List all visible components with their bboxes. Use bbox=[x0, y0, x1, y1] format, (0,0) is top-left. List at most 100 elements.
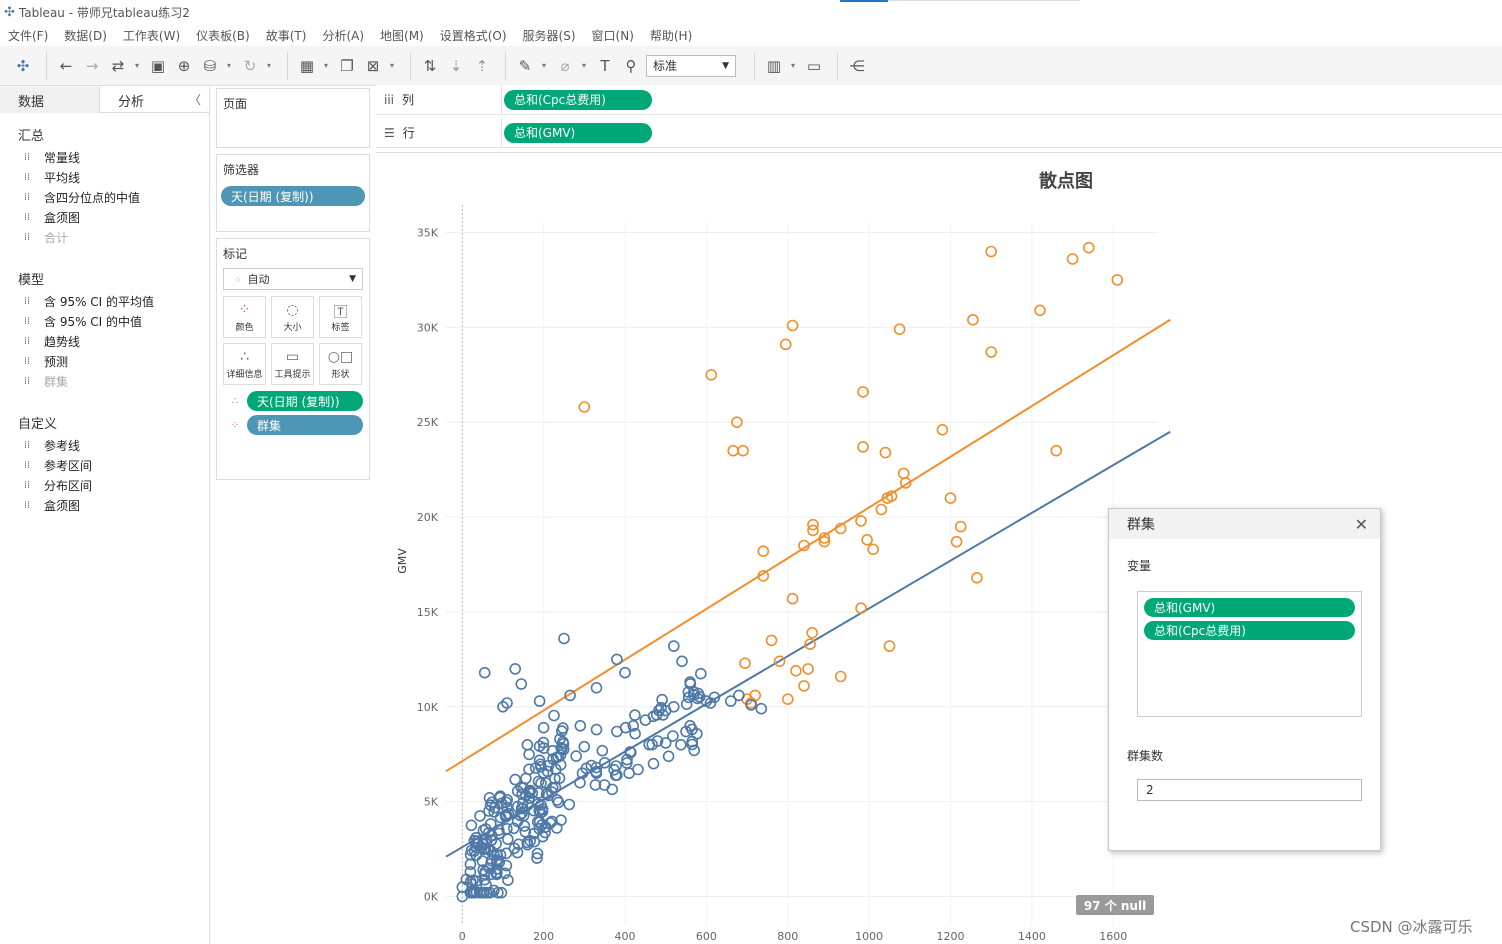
detail-button[interactable]: ∴ 详细信息 bbox=[223, 343, 266, 385]
filter-pill[interactable]: 天(日期 (复制)) bbox=[221, 186, 365, 206]
analytics-item-icon: ⁞⁞ bbox=[23, 459, 31, 471]
menu-help[interactable]: 帮助(H) bbox=[650, 27, 692, 44]
label-button[interactable]: 🅃 标签 bbox=[319, 296, 362, 338]
rows-label: 行 bbox=[402, 126, 415, 140]
show-labels-icon[interactable]: T bbox=[594, 55, 616, 77]
chevron-down-icon[interactable]: ▾ bbox=[540, 55, 548, 77]
columns-label: 列 bbox=[402, 93, 415, 107]
cluster-pill[interactable]: 群集 bbox=[247, 415, 363, 435]
chevron-down-icon[interactable]: ▾ bbox=[322, 55, 330, 77]
menu-format[interactable]: 设置格式(O) bbox=[440, 27, 507, 44]
new-worksheet-icon[interactable]: ▦ bbox=[296, 55, 318, 77]
menu-worksheet[interactable]: 工作表(W) bbox=[123, 27, 180, 44]
rows-pill[interactable]: 总和(GMV) bbox=[504, 122, 652, 143]
scatter-point bbox=[971, 571, 983, 584]
analysis-item[interactable]: ⁞⁞ 常量线 bbox=[20, 147, 209, 167]
analysis-item[interactable]: ⁞⁞ 参考线 bbox=[20, 435, 209, 455]
sort-ascending-icon[interactable]: ⇣ bbox=[445, 55, 467, 77]
show-cards-icon[interactable]: ▥ bbox=[763, 55, 785, 77]
analysis-item[interactable]: ⁞⁞ 盒须图 bbox=[20, 495, 209, 515]
scatter-point bbox=[861, 533, 873, 546]
variables-drop-area[interactable]: 总和(GMV) 总和(Cpc总费用) bbox=[1137, 591, 1362, 717]
scatter-point bbox=[632, 763, 644, 776]
new-datasource-icon[interactable]: ⊕ bbox=[173, 55, 195, 77]
tab-analysis[interactable]: 分析 bbox=[100, 87, 200, 113]
variable-pill-gmv[interactable]: 总和(GMV) bbox=[1144, 598, 1355, 617]
undo-icon[interactable]: ← bbox=[55, 55, 77, 77]
chevron-down-icon[interactable]: ▾ bbox=[265, 55, 273, 77]
swap-axes-icon[interactable]: ⇅ bbox=[419, 55, 441, 77]
clear-sheet-icon[interactable]: ⊠ bbox=[362, 55, 384, 77]
marks-card-title: 标记 bbox=[223, 247, 248, 261]
close-icon[interactable]: ✕ bbox=[1355, 515, 1368, 534]
tooltip-button[interactable]: ▭ 工具提示 bbox=[271, 343, 314, 385]
analysis-item[interactable]: ⁞⁞ 含四分位点的中值 bbox=[20, 187, 209, 207]
analysis-item[interactable]: ⁞⁞ 分布区间 bbox=[20, 475, 209, 495]
detail-pill[interactable]: 天(日期 (复制)) bbox=[247, 391, 363, 411]
menu-map[interactable]: 地图(M) bbox=[380, 27, 424, 44]
share-icon[interactable]: ⋲ bbox=[846, 55, 868, 77]
analysis-item[interactable]: ⁞⁞ 趋势线 bbox=[20, 331, 209, 351]
analysis-item[interactable]: ⁞⁞ 群集 bbox=[20, 371, 209, 391]
analysis-item[interactable]: ⁞⁞ 盒须图 bbox=[20, 207, 209, 227]
detail-button-label: 详细信息 bbox=[226, 369, 263, 380]
chevron-left-icon[interactable]: 〈 bbox=[189, 91, 201, 108]
duplicate-sheet-icon[interactable]: ❐ bbox=[336, 55, 358, 77]
chevron-down-icon[interactable]: ▾ bbox=[133, 55, 141, 77]
trend-line bbox=[445, 318, 1171, 773]
pin-icon[interactable]: ⚲ bbox=[620, 55, 642, 77]
menu-server[interactable]: 服务器(S) bbox=[523, 27, 576, 44]
pages-card[interactable]: 页面 bbox=[216, 88, 370, 148]
menu-dashboard[interactable]: 仪表板(B) bbox=[196, 27, 250, 44]
scatter-point bbox=[590, 723, 603, 736]
tableau-home-icon[interactable]: ✣ bbox=[12, 55, 34, 77]
shape-button[interactable]: ○□ 形状 bbox=[319, 343, 362, 385]
toolbar-separator bbox=[505, 51, 506, 80]
pause-updates-icon[interactable]: ⛁ bbox=[199, 55, 221, 77]
fit-select[interactable]: 标准 ▼ bbox=[646, 54, 736, 77]
mark-type-label: 自动 bbox=[247, 273, 270, 286]
menu-file[interactable]: 文件(F) bbox=[8, 27, 48, 44]
chevron-down-icon[interactable]: ▾ bbox=[225, 55, 233, 77]
tab-data[interactable]: 数据 bbox=[0, 87, 100, 113]
redo-icon[interactable]: → bbox=[81, 55, 103, 77]
color-button[interactable]: ⁘ 颜色 bbox=[223, 296, 266, 338]
highlight-icon[interactable]: ✎ bbox=[514, 55, 536, 77]
chevron-down-icon[interactable]: ▾ bbox=[580, 55, 588, 77]
filters-card[interactable]: 筛选器 天(日期 (复制)) bbox=[216, 154, 370, 232]
analysis-item[interactable]: ⁞⁞ 平均线 bbox=[20, 167, 209, 187]
presentation-mode-icon[interactable]: ▭ bbox=[803, 55, 825, 77]
null-indicator[interactable]: 97 个 null bbox=[1076, 895, 1154, 915]
analysis-item[interactable]: ⁞⁞ 含 95% CI 的中值 bbox=[20, 311, 209, 331]
replay-icon[interactable]: ⇄ bbox=[107, 55, 129, 77]
chevron-down-icon[interactable]: ▾ bbox=[388, 55, 396, 77]
chevron-down-icon[interactable]: ▾ bbox=[789, 55, 797, 77]
cluster-dialog-header: 群集 ✕ bbox=[1109, 509, 1380, 539]
analytics-item-icon: ⁞⁞ bbox=[23, 211, 31, 223]
scatter-point bbox=[954, 520, 967, 533]
scatter-point bbox=[667, 640, 680, 652]
analysis-sections: 汇总 ⁞⁞ 常量线 ⁞⁞ 平均线 ⁞⁞ 含四分位点的中值 ⁞⁞ 盒须图 ⁞⁞ 合计 模型 ⁞⁞ 含 95%… bbox=[0, 125, 209, 515]
menu-window[interactable]: 窗口(N) bbox=[592, 27, 634, 44]
cluster-count-input[interactable] bbox=[1137, 779, 1362, 801]
sort-descending-icon[interactable]: ⇡ bbox=[471, 55, 493, 77]
scatter-point bbox=[985, 245, 998, 258]
analysis-item[interactable]: ⁞⁞ 含 95% CI 的平均值 bbox=[20, 291, 209, 311]
menu-analysis[interactable]: 分析(A) bbox=[322, 27, 364, 44]
save-icon[interactable]: ▣ bbox=[147, 55, 169, 77]
scatter-point bbox=[509, 663, 521, 675]
analysis-item-label: 参考区间 bbox=[44, 458, 93, 473]
columns-pill[interactable]: 总和(Cpc总费用) bbox=[504, 89, 652, 110]
size-button[interactable]: ◌ 大小 bbox=[271, 296, 314, 338]
analysis-item[interactable]: ⁞⁞ 预测 bbox=[20, 351, 209, 371]
mark-type-select[interactable]: ⁘ 自动 ▼ bbox=[223, 268, 363, 290]
analysis-item-label: 盒须图 bbox=[44, 210, 81, 225]
analysis-item[interactable]: ⁞⁞ 参考区间 bbox=[20, 455, 209, 475]
menu-story[interactable]: 故事(T) bbox=[266, 27, 307, 44]
menu-data[interactable]: 数据(D) bbox=[64, 27, 107, 44]
scatter-point bbox=[694, 667, 707, 680]
analysis-item[interactable]: ⁞⁞ 合计 bbox=[20, 227, 209, 247]
variable-pill-cpc[interactable]: 总和(Cpc总费用) bbox=[1144, 621, 1355, 640]
group-icon[interactable]: ⌀ bbox=[554, 55, 576, 77]
refresh-icon[interactable]: ↻ bbox=[239, 55, 261, 77]
